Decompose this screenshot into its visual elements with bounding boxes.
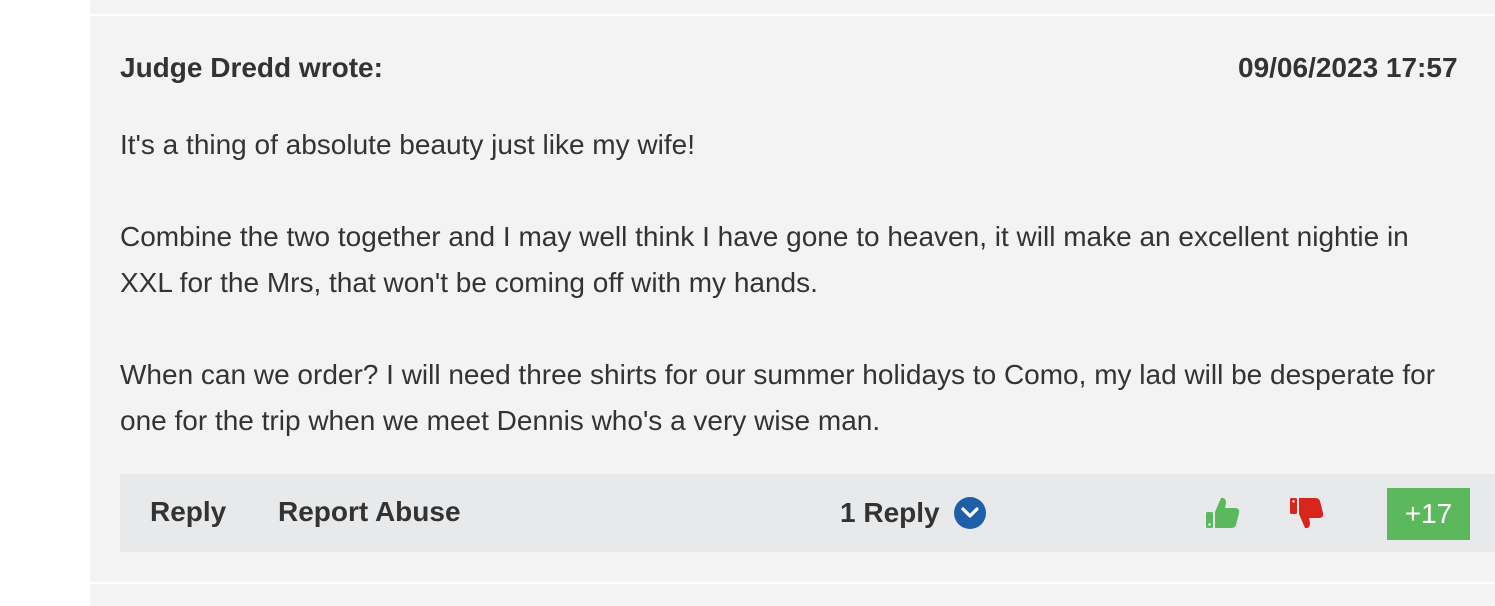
comment-action-bar: Reply Report Abuse 1 Reply +17 bbox=[120, 474, 1495, 552]
comment-card: Judge Dredd wrote: 09/06/2023 17:57 It's… bbox=[90, 16, 1495, 582]
report-abuse-button[interactable]: Report Abuse bbox=[278, 496, 461, 528]
replies-count-label: 1 Reply bbox=[840, 497, 940, 528]
comment-paragraph: It's a thing of absolute beauty just lik… bbox=[120, 129, 695, 160]
comment-author: Judge Dredd wrote: bbox=[120, 52, 383, 83]
next-comment-edge bbox=[90, 584, 1495, 606]
left-gutter bbox=[0, 0, 90, 606]
reply-button[interactable]: Reply bbox=[150, 496, 226, 528]
comment-paragraph: When can we order? I will need three shi… bbox=[120, 359, 1436, 436]
thumbs-up-icon[interactable] bbox=[1204, 494, 1242, 532]
chevron-down-icon bbox=[953, 497, 986, 529]
replies-toggle[interactable]: 1 Reply bbox=[840, 494, 986, 532]
previous-comment-edge bbox=[90, 0, 1495, 14]
comment-paragraph: Combine the two together and I may well … bbox=[120, 221, 1409, 298]
comment-timestamp: 09/06/2023 17:57 bbox=[1238, 52, 1458, 83]
score-badge: +17 bbox=[1387, 488, 1470, 540]
thumbs-down-icon[interactable] bbox=[1288, 494, 1326, 532]
